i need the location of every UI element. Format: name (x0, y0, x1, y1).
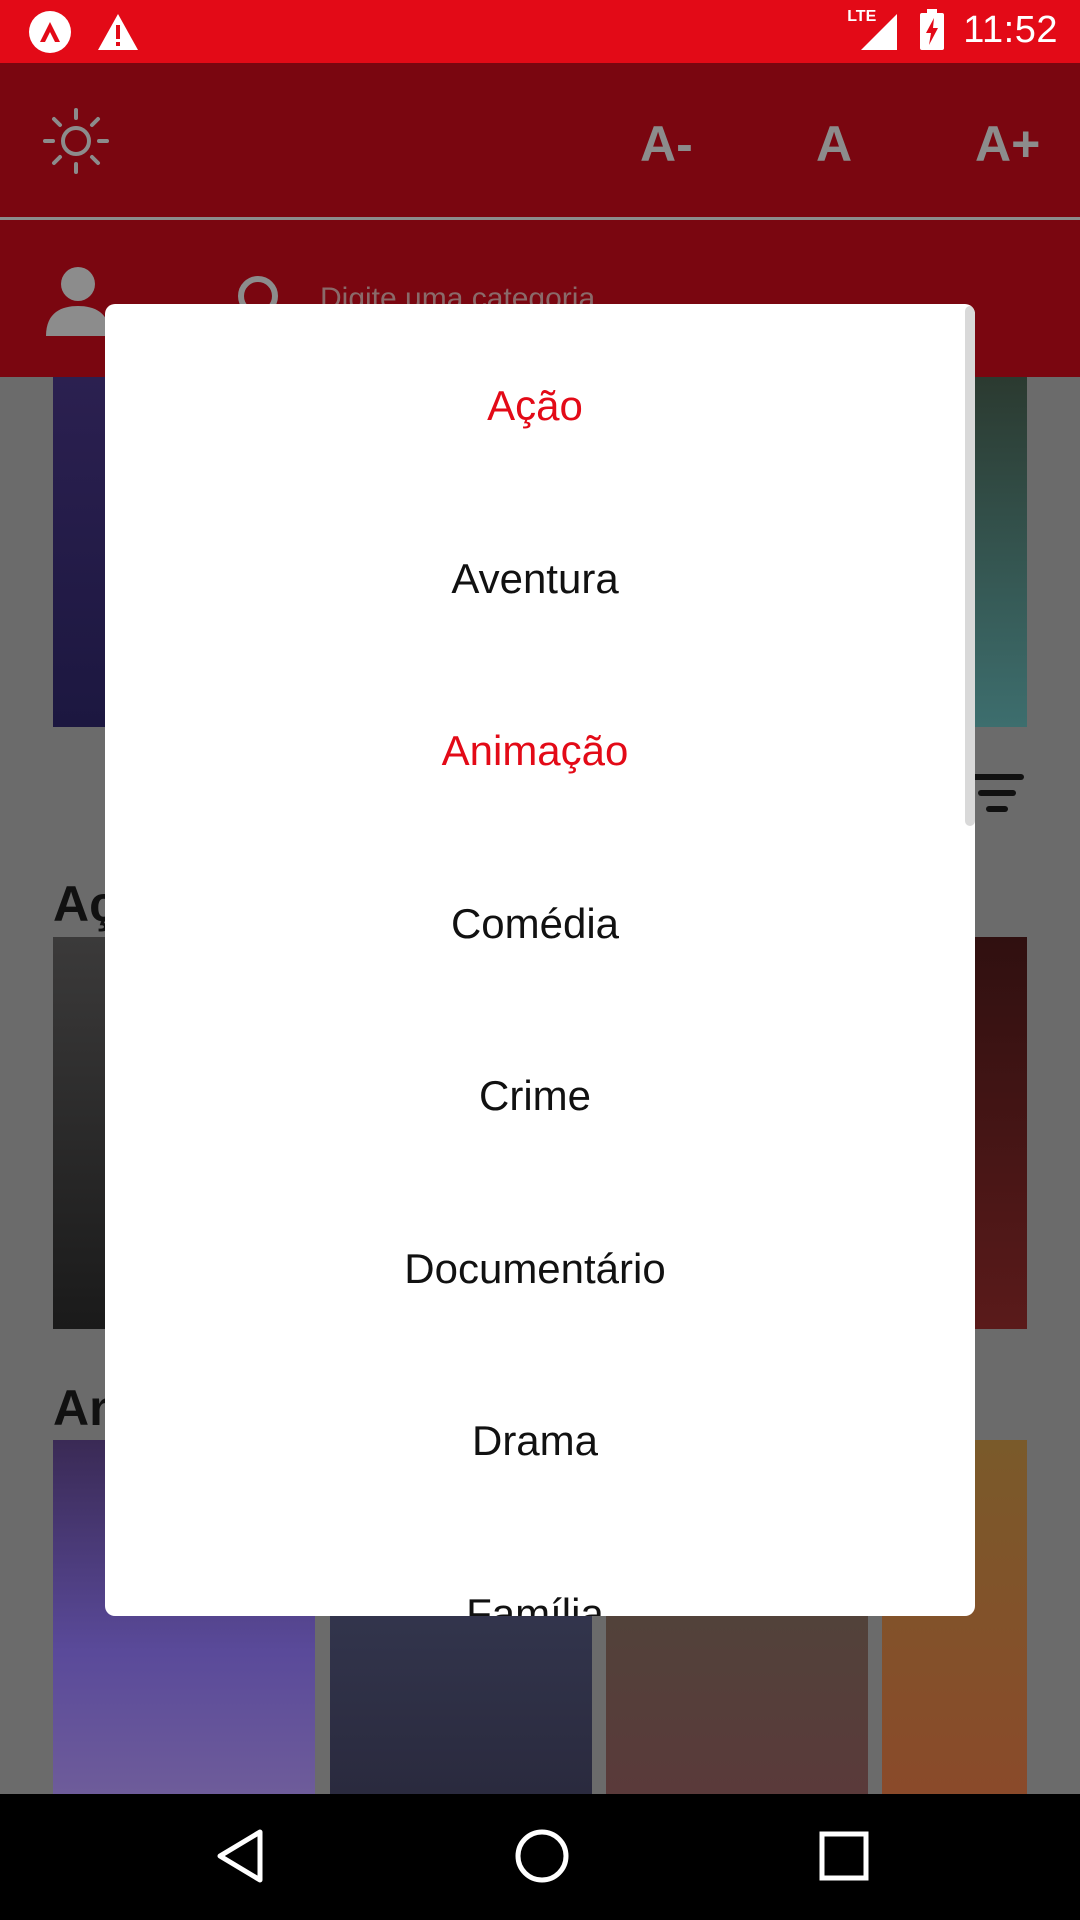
poster-thumbnail[interactable] (53, 377, 105, 727)
dialog-scrollbar[interactable] (965, 306, 975, 826)
back-icon[interactable] (210, 1824, 274, 1888)
clock: 11:52 (963, 8, 1058, 51)
category-option[interactable]: Animação (105, 721, 965, 781)
font-increase-button[interactable]: A+ (975, 115, 1040, 173)
poster-thumbnail[interactable] (975, 937, 1027, 1329)
category-option[interactable]: Crime (105, 1066, 965, 1126)
navigation-bar (0, 1794, 1080, 1920)
font-normal-button[interactable]: A (816, 115, 852, 173)
app-logo-icon (29, 11, 71, 53)
user-icon[interactable] (44, 264, 112, 336)
battery-charging-icon (920, 9, 945, 50)
category-option[interactable]: Drama (105, 1411, 965, 1471)
home-icon[interactable] (510, 1824, 574, 1888)
category-option[interactable]: Comédia (105, 894, 965, 954)
font-decrease-button[interactable]: A- (640, 115, 693, 173)
category-option[interactable]: Aventura (105, 549, 965, 609)
poster-thumbnail[interactable] (975, 377, 1027, 727)
status-bar: LTE 11:52 (0, 0, 1080, 63)
category-option[interactable]: Ação (105, 376, 965, 436)
warning-icon (98, 14, 138, 50)
sun-icon[interactable] (42, 107, 110, 175)
category-option[interactable]: Documentário (105, 1239, 965, 1299)
signal-icon: LTE (847, 8, 901, 52)
top-toolbar: A- A A+ (0, 63, 1080, 220)
filter-icon[interactable] (970, 772, 1026, 816)
recents-icon[interactable] (812, 1824, 876, 1888)
category-dialog: Ação Aventura Animação Comédia Crime Document… (105, 304, 975, 1616)
poster-thumbnail[interactable] (53, 937, 105, 1329)
category-option[interactable]: Família (105, 1584, 965, 1617)
